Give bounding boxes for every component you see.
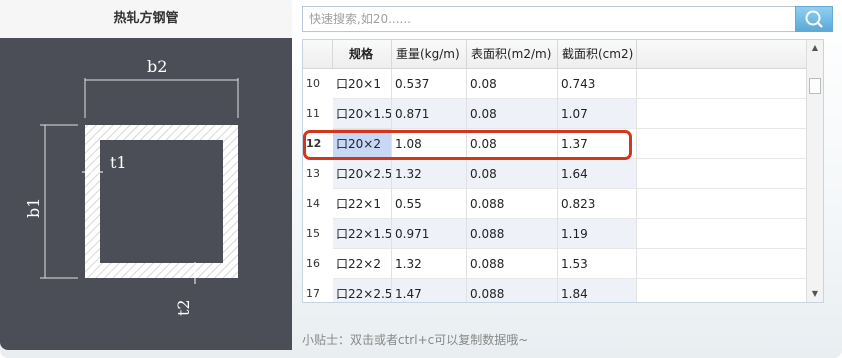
cell-area[interactable]: 1.53 bbox=[558, 249, 637, 279]
cell-surface[interactable]: 0.08 bbox=[467, 69, 558, 99]
scroll-up-icon[interactable]: ▲ bbox=[807, 40, 823, 56]
table-row[interactable]: 16 口22×2 1.32 0.088 1.53 bbox=[303, 249, 808, 279]
cell-surface[interactable]: 0.08 bbox=[467, 159, 558, 189]
cell-area[interactable]: 1.37 bbox=[558, 129, 637, 159]
cell-spec[interactable]: 口22×1.5 bbox=[333, 219, 392, 249]
cell-surface[interactable]: 0.088 bbox=[467, 219, 558, 249]
cell-surface[interactable]: 0.088 bbox=[467, 279, 558, 302]
spec-table: 规格 重量(kg/m) 表面积(m2/m) 截面积(cm2) 10 口20×1 0.… bbox=[302, 39, 824, 303]
tube-wall bbox=[85, 125, 238, 278]
cell-area[interactable]: 1.19 bbox=[558, 219, 637, 249]
cell-spec[interactable]: 口20×1.5 bbox=[333, 99, 392, 129]
cell-surface[interactable]: 0.08 bbox=[467, 99, 558, 129]
search-icon bbox=[805, 10, 823, 28]
table-row[interactable]: 12 口20×2 1.08 0.08 1.37 bbox=[303, 129, 808, 159]
scroll-thumb[interactable] bbox=[809, 78, 821, 94]
table-row[interactable]: 13 口20×2.5 1.32 0.08 1.64 bbox=[303, 159, 808, 189]
row-number: 17 bbox=[303, 279, 333, 302]
cell-weight[interactable]: 1.08 bbox=[392, 129, 467, 159]
cell-spec[interactable]: 口22×2.5 bbox=[333, 279, 392, 302]
cell-spec[interactable]: 口20×1 bbox=[333, 69, 392, 99]
app-window: 热轧方钢管 b2 b1 t1 t2 快速搜索,如20...... 规格 重量(k… bbox=[0, 0, 842, 358]
table-row[interactable]: 15 口22×1.5 0.971 0.088 1.19 bbox=[303, 219, 808, 249]
row-number: 12 bbox=[303, 129, 333, 159]
table-row[interactable]: 11 口20×1.5 0.871 0.08 1.07 bbox=[303, 99, 808, 129]
cell-spec[interactable]: 口20×2 bbox=[333, 129, 392, 159]
cell-spec[interactable]: 口22×1 bbox=[333, 189, 392, 219]
dim-b1-label: b1 bbox=[24, 198, 43, 218]
row-number: 14 bbox=[303, 189, 333, 219]
search-box bbox=[302, 6, 796, 32]
cell-area[interactable]: 1.64 bbox=[558, 159, 637, 189]
cell-weight[interactable]: 1.32 bbox=[392, 159, 467, 189]
cell-weight[interactable]: 0.871 bbox=[392, 99, 467, 129]
cell-area[interactable]: 0.823 bbox=[558, 189, 637, 219]
section-diagram: b2 b1 t1 t2 bbox=[0, 38, 292, 350]
cell-weight[interactable]: 1.32 bbox=[392, 249, 467, 279]
row-number: 11 bbox=[303, 99, 333, 129]
header-area[interactable]: 截面积(cm2) bbox=[558, 40, 637, 68]
scroll-down-icon[interactable]: ▼ bbox=[807, 286, 823, 302]
table-row[interactable]: 14 口22×1 0.55 0.088 0.823 bbox=[303, 189, 808, 219]
table-header: 规格 重量(kg/m) 表面积(m2/m) 截面积(cm2) bbox=[303, 40, 808, 69]
search-button[interactable] bbox=[795, 6, 833, 32]
dim-t1-label: t1 bbox=[110, 153, 127, 172]
header-weight[interactable]: 重量(kg/m) bbox=[392, 40, 467, 68]
page-title: 热轧方钢管 bbox=[0, 0, 292, 38]
dim-t2-label: t2 bbox=[174, 299, 193, 316]
cell-surface[interactable]: 0.08 bbox=[467, 129, 558, 159]
header-spec[interactable]: 规格 bbox=[333, 40, 392, 68]
vertical-scrollbar[interactable]: ▲ ▼ bbox=[806, 40, 823, 302]
row-number: 15 bbox=[303, 219, 333, 249]
cell-weight[interactable]: 0.55 bbox=[392, 189, 467, 219]
header-row-number bbox=[303, 40, 333, 68]
cell-spec[interactable]: 口20×2.5 bbox=[333, 159, 392, 189]
cell-weight[interactable]: 0.971 bbox=[392, 219, 467, 249]
cell-surface[interactable]: 0.088 bbox=[467, 249, 558, 279]
cell-area[interactable]: 0.743 bbox=[558, 69, 637, 99]
cell-area[interactable]: 1.07 bbox=[558, 99, 637, 129]
cell-weight[interactable]: 1.47 bbox=[392, 279, 467, 302]
table-row[interactable]: 17 口22×2.5 1.47 0.088 1.84 bbox=[303, 279, 808, 302]
header-surface[interactable]: 表面积(m2/m) bbox=[467, 40, 558, 68]
dim-b2-label: b2 bbox=[147, 57, 167, 76]
row-number: 13 bbox=[303, 159, 333, 189]
tip-text: 小贴士：双击或者ctrl+c可以复制数据哦~ bbox=[302, 333, 529, 347]
row-number: 10 bbox=[303, 69, 333, 99]
cell-weight[interactable]: 0.537 bbox=[392, 69, 467, 99]
row-number: 16 bbox=[303, 249, 333, 279]
table-row[interactable]: 10 口20×1 0.537 0.08 0.743 bbox=[303, 69, 808, 99]
search-input[interactable] bbox=[303, 7, 789, 31]
cell-spec[interactable]: 口22×2 bbox=[333, 249, 392, 279]
square-tube-drawing: b2 b1 t1 t2 bbox=[24, 57, 239, 316]
cell-surface[interactable]: 0.088 bbox=[467, 189, 558, 219]
cell-area[interactable]: 1.84 bbox=[558, 279, 637, 302]
